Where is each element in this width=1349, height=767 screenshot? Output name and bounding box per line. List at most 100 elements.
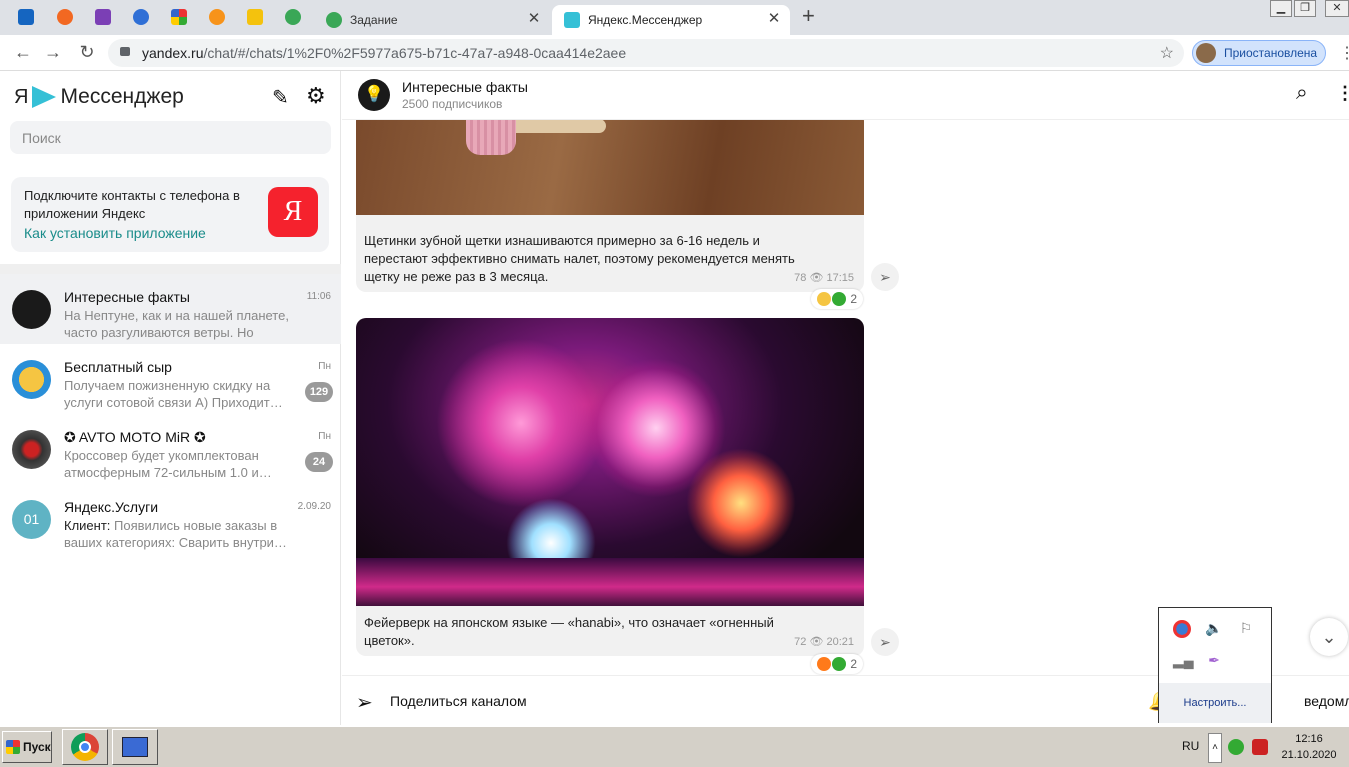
url-host: yandex.ru — [142, 45, 204, 61]
start-button[interactable]: Пуск — [2, 731, 52, 763]
restore-button[interactable]: ❐ — [1294, 0, 1316, 17]
close-tab-icon[interactable]: ✕ — [526, 11, 542, 27]
message-time: 17:15 — [826, 272, 854, 284]
taskbar-chrome[interactable] — [62, 729, 108, 765]
feather-icon[interactable]: ✒ — [1205, 652, 1223, 670]
clock[interactable]: 12:16 21.10.2020 — [1278, 731, 1340, 763]
browser-tab-bar: Задание ✕ Яндекс.Мессенджер ✕ + ▁ ❐ ✕ — [0, 0, 1349, 35]
notifications-button[interactable]: ведомления — [1304, 693, 1349, 709]
yandex-app-icon: Я — [268, 187, 318, 237]
like-emoji-icon — [832, 657, 846, 671]
signal-icon[interactable]: ▂▄ — [1173, 652, 1194, 670]
new-tab-button[interactable]: + — [802, 5, 815, 27]
chat-time: Пн — [318, 431, 331, 442]
more-icon[interactable]: ⋮ — [1336, 83, 1349, 104]
pinned-tab-gear[interactable] — [129, 6, 153, 28]
pinned-tab-shield[interactable] — [91, 6, 115, 28]
chat-time: 2.09.20 — [297, 501, 331, 512]
lightbulb-icon — [12, 290, 51, 329]
windows-taskbar: Пуск RU ˄ 12:16 21.10.2020 — [0, 725, 1349, 767]
close-tab-icon[interactable]: ✕ — [766, 11, 782, 27]
reaction-count: 2 — [850, 292, 858, 306]
gear-icon[interactable]: ⚙ — [306, 83, 326, 109]
pinned-tab-g[interactable] — [243, 6, 267, 28]
forward-icon[interactable]: ➢ — [871, 263, 899, 291]
flag-icon[interactable]: ⚐ — [1237, 620, 1255, 638]
chat-item-avto-moto[interactable]: ✪ AVTO MOTO MiR ✪ Пн Кроссовер будет уко… — [0, 414, 341, 484]
language-indicator[interactable]: RU — [1182, 739, 1199, 753]
toothbrush-image[interactable] — [356, 111, 864, 215]
promo-text: Подключите контакты с телефона в приложе… — [24, 188, 240, 221]
minimize-button[interactable]: ▁ — [1270, 0, 1292, 17]
search-input[interactable] — [10, 121, 331, 154]
laugh-emoji-icon — [817, 292, 831, 306]
harbour-water — [356, 558, 864, 606]
keyboard-icon — [122, 737, 148, 757]
preview-author: Клиент: — [64, 518, 111, 533]
message-toothbrush: Щетинки зубной щетки изнашиваются пример… — [356, 111, 864, 292]
url-path: /chat/#/chats/1%2F0%2F5977a675-b71c-47a7… — [203, 45, 627, 61]
chat-item-yandex-services[interactable]: 01 Яндекс.Услуги 2.09.20 Клиент: Появили… — [0, 484, 341, 554]
logo-ya: Я — [14, 85, 29, 108]
bookmark-star-icon[interactable]: ☆ — [1160, 43, 1174, 63]
tab-title: Яндекс.Мессенджер — [588, 13, 703, 27]
clock-date: 21.10.2020 — [1281, 749, 1337, 761]
fireworks-image[interactable] — [356, 318, 864, 606]
back-icon[interactable]: ← — [12, 42, 34, 63]
pinned-tab-mail[interactable] — [14, 6, 38, 28]
message-fireworks: Фейерверк на японском языке — «hanabi», … — [356, 318, 864, 656]
chat-time: Пн — [318, 361, 331, 372]
window-close-button[interactable]: ✕ — [1325, 0, 1349, 17]
lightbulb-icon[interactable]: 💡 — [358, 79, 390, 111]
tray-expand-icon[interactable]: ˄ — [1208, 733, 1222, 763]
unread-badge: 129 — [305, 382, 333, 402]
taskbar-keyboard[interactable] — [112, 729, 158, 765]
chat-name: Интересные факты — [64, 289, 190, 305]
clock-time: 12:16 — [1295, 733, 1323, 745]
message-text: Щетинки зубной щетки изнашиваются пример… — [364, 233, 795, 284]
speaker-icon[interactable]: 🔈 — [1205, 620, 1223, 638]
pinned-tab-apps[interactable] — [167, 6, 191, 28]
tray-green-icon[interactable] — [1228, 739, 1244, 755]
tab-zadanie[interactable]: Задание ✕ — [314, 5, 550, 35]
share-icon[interactable]: ➢ — [356, 690, 373, 715]
promo-card: Подключите контакты с телефона в приложе… — [11, 177, 329, 252]
browser-menu-icon[interactable]: ⋮ — [1339, 43, 1349, 63]
chat-name: Бесплатный сыр — [64, 359, 172, 375]
profile-button[interactable]: Приостановлена — [1192, 40, 1326, 66]
eye-icon: 👁 — [809, 636, 824, 648]
forward-icon[interactable]: → — [42, 42, 64, 63]
chat-preview: Клиент: Появились новые заказы в ваших к… — [64, 517, 302, 553]
channel-title[interactable]: Интересные факты — [402, 79, 528, 95]
promo-link[interactable]: Как установить приложение — [24, 225, 206, 241]
messenger-icon — [564, 12, 580, 28]
forward-icon[interactable]: ➢ — [871, 628, 899, 656]
compose-icon[interactable]: ✎ — [272, 85, 289, 110]
view-count: 78 — [794, 272, 807, 284]
reactions[interactable]: 2 — [811, 654, 864, 674]
search-icon[interactable]: ⌕ — [1296, 81, 1308, 105]
tray-app-icon[interactable] — [1173, 620, 1191, 638]
message-text: Фейерверк на японском языке — «hanabi», … — [364, 615, 774, 648]
scroll-down-button[interactable]: ⌄ — [1310, 618, 1348, 656]
reactions[interactable]: 2 — [811, 289, 864, 309]
windows-logo-icon — [6, 740, 20, 754]
configure-tray-link[interactable]: Настроить... — [1159, 683, 1271, 723]
tray-red-icon[interactable] — [1252, 739, 1268, 755]
like-emoji-icon — [832, 292, 846, 306]
reload-icon[interactable]: ↻ — [76, 42, 98, 63]
cheese-avatar — [12, 360, 51, 399]
profile-label: Приостановлена — [1224, 46, 1318, 60]
pinned-tab-bitcoin[interactable] — [205, 6, 229, 28]
lock-icon — [120, 47, 130, 56]
chat-item-free-cheese[interactable]: Бесплатный сыр Пн Получаем пожизненную с… — [0, 344, 341, 414]
share-channel-button[interactable]: Поделиться каналом — [390, 693, 527, 709]
pinned-tab-wifi[interactable] — [281, 6, 305, 28]
pinned-tab-monero[interactable] — [53, 6, 77, 28]
avatar — [1196, 43, 1216, 63]
tab-messenger[interactable]: Яндекс.Мессенджер ✕ — [552, 5, 790, 35]
url-field[interactable]: yandex.ru/chat/#/chats/1%2F0%2F5977a675-… — [108, 39, 1184, 67]
messenger-logo[interactable]: Я Мессенджер — [14, 85, 184, 109]
address-bar-row: ← → ↻ yandex.ru/chat/#/chats/1%2F0%2F597… — [0, 35, 1349, 71]
chat-item-interesting-facts[interactable]: Интересные факты 11:06 На Нептуне, как и… — [0, 274, 341, 344]
